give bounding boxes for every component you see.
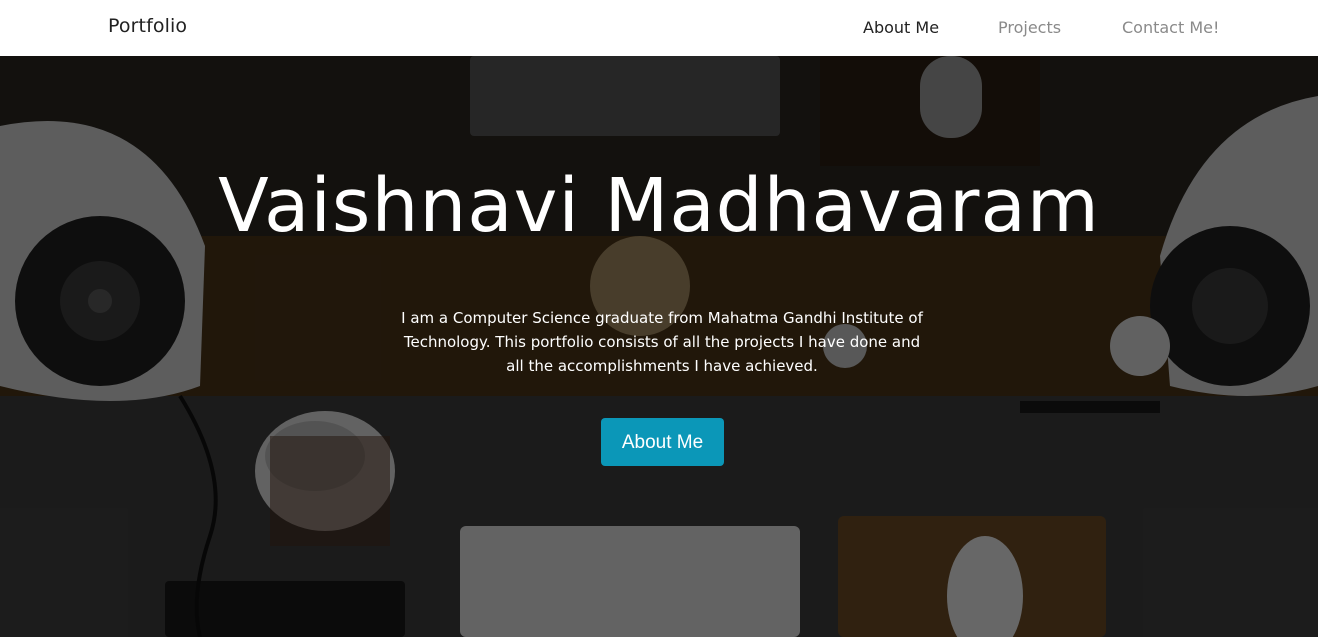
hero-title: Vaishnavi Madhavaram — [218, 163, 1100, 249]
about-me-button[interactable]: About Me — [601, 418, 724, 466]
hero-description: I am a Computer Science graduate from Ma… — [401, 309, 923, 375]
hero-section: Vaishnavi Madhavaram I am a Computer Sci… — [0, 56, 1318, 637]
nav-link-about-me[interactable]: About Me — [863, 18, 939, 37]
navbar: Portfolio About Me Projects Contact Me! — [0, 0, 1318, 56]
nav-link-projects[interactable]: Projects — [998, 18, 1061, 37]
brand-link[interactable]: Portfolio — [108, 15, 187, 37]
nav-link-contact-me[interactable]: Contact Me! — [1122, 18, 1219, 37]
